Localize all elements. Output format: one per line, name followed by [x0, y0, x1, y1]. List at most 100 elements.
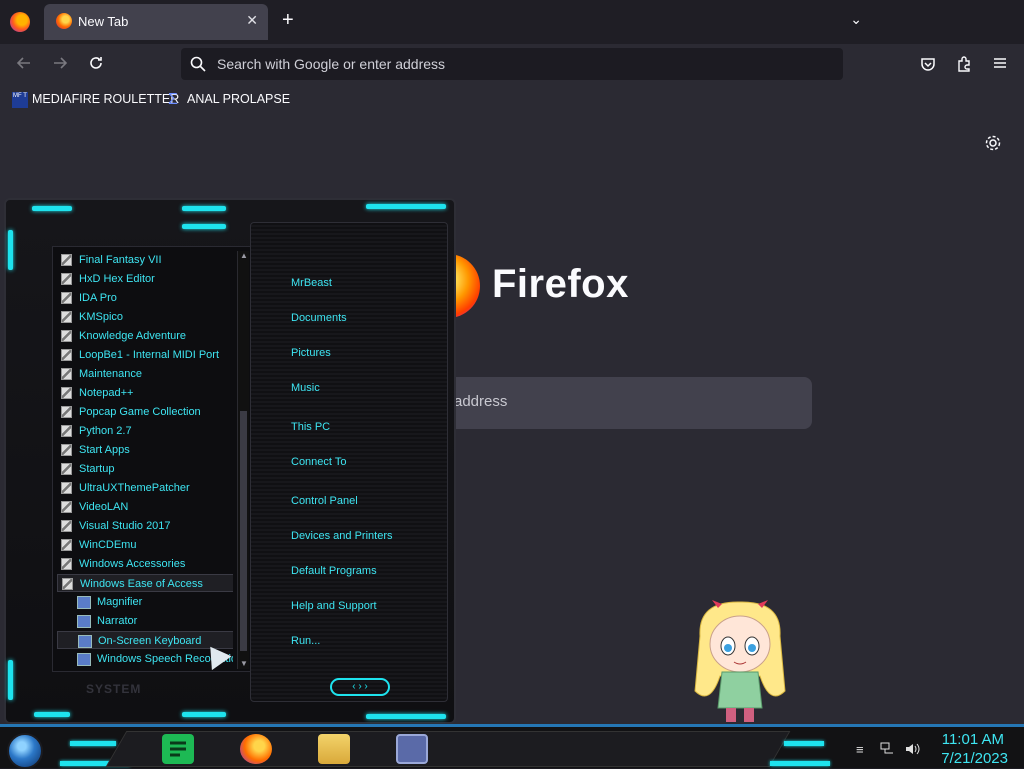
volume-icon[interactable]: [904, 742, 920, 759]
back-button[interactable]: [13, 54, 35, 76]
place-mrbeast[interactable]: MrBeast: [291, 277, 332, 289]
place-this-pc[interactable]: This PC: [291, 421, 330, 433]
narrator-icon: [77, 615, 91, 628]
bookmark-label: MEDIAFIRE ROULETTER: [32, 92, 180, 106]
tab-new-tab[interactable]: New Tab ✕: [44, 4, 268, 40]
taskbar: ≡ 11:01 AM 7/21/2023: [0, 724, 1024, 769]
taskbar-trim-decoration: [770, 761, 830, 766]
folder-icon: [61, 292, 72, 304]
program-item[interactable]: VideoLAN: [57, 498, 233, 516]
program-item[interactable]: KMSpico: [57, 308, 233, 326]
menu-trim-decoration: [34, 712, 70, 717]
folder-icon: [61, 349, 72, 361]
program-item[interactable]: Visual Studio 2017: [57, 517, 233, 535]
chevron-down-icon[interactable]: ⌄: [850, 11, 862, 28]
gear-icon[interactable]: [984, 134, 1002, 157]
pocket-icon[interactable]: [918, 55, 938, 75]
program-item-on-screen-keyboard[interactable]: On-Screen Keyboard: [57, 631, 233, 649]
reload-button[interactable]: [85, 54, 107, 76]
scroll-down-icon[interactable]: ▼: [238, 659, 250, 669]
program-item[interactable]: UltraUXThemePatcher: [57, 479, 233, 497]
search-icon: [190, 56, 206, 72]
cartoon-character-image: [694, 600, 786, 722]
start-button[interactable]: [7, 733, 43, 769]
program-item[interactable]: Windows Accessories: [57, 555, 233, 573]
taskbar-trim-decoration: [70, 741, 116, 746]
clock-date[interactable]: 7/21/2023: [941, 750, 1008, 767]
place-default-programs[interactable]: Default Programs: [291, 565, 377, 577]
folder-icon: [61, 501, 72, 513]
menu-trim-decoration: [182, 206, 226, 211]
folder-icon: [61, 330, 72, 342]
folder-icon: [61, 520, 72, 532]
url-bar[interactable]: [181, 48, 843, 80]
start-menu: Final Fantasy VII HxD Hex Editor IDA Pro…: [4, 198, 456, 724]
folder-icon: [61, 406, 72, 418]
bookmark-anal-prolapse[interactable]: Σ ANAL PROLAPSE: [168, 90, 290, 108]
program-item[interactable]: Final Fantasy VII: [57, 251, 233, 269]
program-item[interactable]: Notepad++: [57, 384, 233, 402]
program-item[interactable]: IDA Pro: [57, 289, 233, 307]
program-item[interactable]: Startup: [57, 460, 233, 478]
program-item-narrator[interactable]: Narrator: [57, 612, 233, 630]
extensions-icon[interactable]: [954, 55, 974, 75]
scroll-up-icon[interactable]: ▲: [238, 251, 250, 261]
firefox-wordmark: Firefox: [492, 262, 629, 306]
clock-time[interactable]: 11:01 AM: [942, 731, 1004, 748]
bookmark-mediafire-rouletter[interactable]: MF T MEDIAFIRE ROULETTER: [12, 90, 179, 108]
program-list-scrollbar[interactable]: ▲ ▼: [237, 251, 249, 669]
folder-icon: [62, 578, 73, 590]
place-run[interactable]: Run...: [291, 635, 320, 647]
sigma-icon: Σ: [168, 90, 178, 108]
menu-nav-arrows-button[interactable]: ‹ › ›: [330, 678, 390, 696]
scrollbar-thumb[interactable]: [240, 411, 247, 651]
microphone-icon: [77, 653, 91, 666]
system-label: SYSTEM: [86, 682, 142, 696]
folder-icon: [61, 444, 72, 456]
file-explorer-icon[interactable]: [318, 734, 350, 764]
keyboard-icon: [78, 635, 92, 648]
program-item[interactable]: Knowledge Adventure: [57, 327, 233, 345]
close-tab-icon[interactable]: ✕: [246, 12, 258, 29]
menu-icon[interactable]: [990, 55, 1010, 75]
new-tab-button[interactable]: +: [282, 10, 294, 30]
bookmarks-toolbar: MF T MEDIAFIRE ROULETTER Σ ANAL PROLAPSE: [0, 86, 1024, 112]
program-item[interactable]: Python 2.7: [57, 422, 233, 440]
menu-trim-decoration: [366, 204, 446, 209]
program-list: Final Fantasy VII HxD Hex Editor IDA Pro…: [57, 251, 233, 669]
network-icon[interactable]: [880, 742, 896, 759]
chevron-up-icon[interactable]: ≡: [856, 742, 864, 757]
firefox-tab-icon: [56, 13, 72, 29]
window-app-icon[interactable]: [396, 734, 428, 764]
program-item[interactable]: Popcap Game Collection: [57, 403, 233, 421]
taskbar-dock: [105, 731, 791, 767]
folder-icon: [61, 425, 72, 437]
place-documents[interactable]: Documents: [291, 312, 347, 324]
firefox-taskbar-icon[interactable]: [240, 734, 272, 764]
place-help-and-support[interactable]: Help and Support: [291, 600, 377, 612]
notes-app-icon[interactable]: [162, 734, 194, 764]
program-item[interactable]: HxD Hex Editor: [57, 270, 233, 288]
firefox-app-icon[interactable]: [10, 12, 30, 32]
place-music[interactable]: Music: [291, 382, 320, 394]
folder-icon: [61, 539, 72, 551]
forward-button[interactable]: [49, 54, 71, 76]
program-item[interactable]: Maintenance: [57, 365, 233, 383]
place-connect-to[interactable]: Connect To: [291, 456, 346, 468]
newtab-search-box[interactable]: address: [420, 377, 812, 429]
program-item[interactable]: WinCDEmu: [57, 536, 233, 554]
program-item[interactable]: Start Apps: [57, 441, 233, 459]
url-input[interactable]: [215, 48, 815, 80]
folder-icon: [61, 368, 72, 380]
folder-icon: [61, 558, 72, 570]
taskbar-trim-decoration: [784, 741, 824, 746]
program-item[interactable]: LoopBe1 - Internal MIDI Port: [57, 346, 233, 364]
tab-title: New Tab: [78, 14, 129, 29]
back-arrow-icon: [16, 57, 30, 69]
place-control-panel[interactable]: Control Panel: [291, 495, 358, 507]
program-item-magnifier[interactable]: Magnifier: [57, 593, 233, 611]
place-pictures[interactable]: Pictures: [291, 347, 331, 359]
forward-arrow-icon: [54, 57, 68, 69]
place-devices-and-printers[interactable]: Devices and Printers: [291, 530, 393, 542]
program-item-expanded[interactable]: Windows Ease of Access: [57, 574, 233, 592]
